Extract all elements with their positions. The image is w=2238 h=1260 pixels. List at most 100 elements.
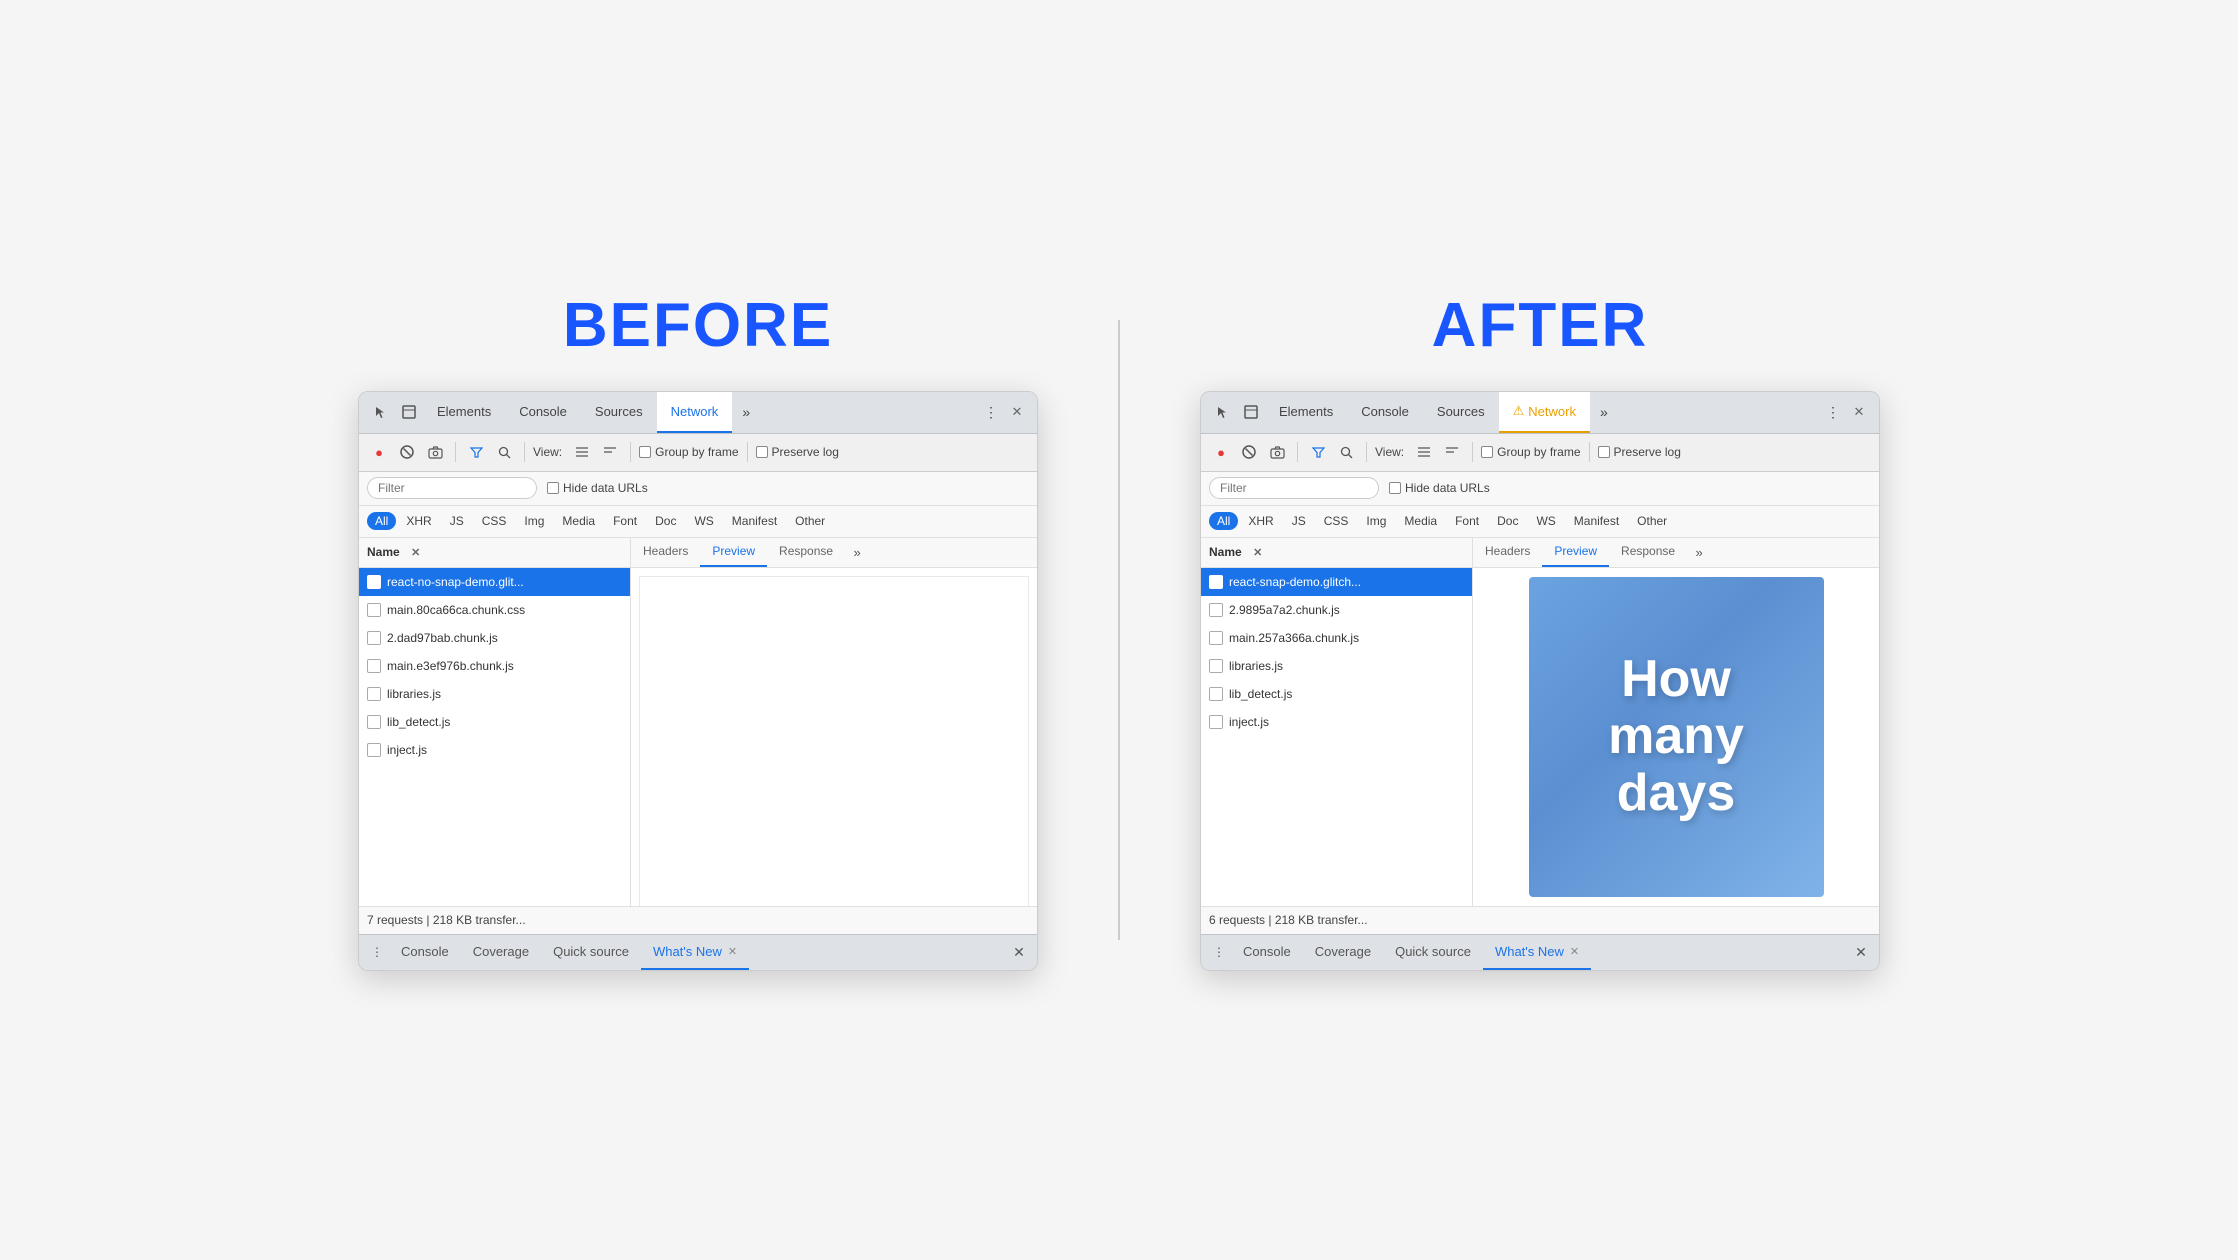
before-file-item-0[interactable]: react-no-snap-demo.glit...	[359, 568, 630, 596]
after-type-css[interactable]: CSS	[1316, 512, 1357, 530]
before-file-icon-4	[367, 687, 381, 701]
before-file-header-close[interactable]: ✕	[408, 544, 424, 560]
after-hide-data-urls[interactable]: Hide data URLs	[1389, 481, 1490, 495]
after-bottom-whatsnew-close[interactable]: ✕	[1570, 945, 1579, 958]
before-type-media[interactable]: Media	[554, 512, 603, 530]
after-type-manifest[interactable]: Manifest	[1566, 512, 1627, 530]
before-bottom-more-icon[interactable]: ⋮	[365, 940, 389, 964]
after-file-header-close[interactable]: ✕	[1250, 544, 1266, 560]
after-bottom-quicksource[interactable]: Quick source	[1383, 935, 1483, 970]
before-type-xhr[interactable]: XHR	[398, 512, 439, 530]
before-type-manifest[interactable]: Manifest	[724, 512, 785, 530]
after-tab-network[interactable]: ⚠ Network	[1499, 392, 1590, 433]
after-more-vert-icon[interactable]: ⋮	[1819, 398, 1847, 426]
before-tab-more-icon[interactable]: »	[732, 398, 760, 426]
before-tab-console[interactable]: Console	[505, 392, 581, 433]
before-camera-btn[interactable]	[423, 440, 447, 464]
after-bottom-whatsnew[interactable]: What's New ✕	[1483, 935, 1591, 970]
before-file-item-5[interactable]: lib_detect.js	[359, 708, 630, 736]
before-file-item-4[interactable]: libraries.js	[359, 680, 630, 708]
after-camera-btn[interactable]	[1265, 440, 1289, 464]
after-type-media[interactable]: Media	[1396, 512, 1445, 530]
before-filter-input[interactable]	[367, 477, 537, 499]
after-bottom-coverage[interactable]: Coverage	[1303, 935, 1383, 970]
after-file-item-2[interactable]: main.257a366a.chunk.js	[1201, 624, 1472, 652]
after-preview-tab-headers[interactable]: Headers	[1473, 538, 1542, 567]
before-bottom-console[interactable]: Console	[389, 935, 461, 970]
before-preview-tab-preview[interactable]: Preview	[700, 538, 767, 567]
after-file-item-0[interactable]: react-snap-demo.glitch...	[1201, 568, 1472, 596]
after-type-ws[interactable]: WS	[1528, 512, 1563, 530]
before-layers-icon[interactable]	[395, 398, 423, 426]
after-filter-btn[interactable]	[1306, 440, 1330, 464]
before-type-other[interactable]: Other	[787, 512, 833, 530]
before-type-doc[interactable]: Doc	[647, 512, 684, 530]
after-type-font[interactable]: Font	[1447, 512, 1487, 530]
before-type-img[interactable]: Img	[516, 512, 552, 530]
after-list2-btn[interactable]	[1440, 440, 1464, 464]
after-groupbyframe-check[interactable]: Group by frame	[1481, 445, 1580, 459]
after-tab-console[interactable]: Console	[1347, 392, 1423, 433]
before-preview-tab-headers[interactable]: Headers	[631, 538, 700, 567]
before-file-item-3[interactable]: main.e3ef976b.chunk.js	[359, 652, 630, 680]
after-type-other[interactable]: Other	[1629, 512, 1675, 530]
before-list2-btn[interactable]	[598, 440, 622, 464]
after-search-btn[interactable]	[1334, 440, 1358, 464]
after-type-all[interactable]: All	[1209, 512, 1238, 530]
after-preservelog-check[interactable]: Preserve log	[1598, 445, 1681, 459]
after-record-btn[interactable]: ●	[1209, 440, 1233, 464]
after-close-icon[interactable]: ✕	[1847, 400, 1871, 424]
before-preview-tab-response[interactable]: Response	[767, 538, 845, 567]
before-type-font[interactable]: Font	[605, 512, 645, 530]
before-tab-elements[interactable]: Elements	[423, 392, 505, 433]
before-bottom-coverage[interactable]: Coverage	[461, 935, 541, 970]
after-bottom-more-icon[interactable]: ⋮	[1207, 940, 1231, 964]
after-tab-elements[interactable]: Elements	[1265, 392, 1347, 433]
after-preview-more-icon[interactable]: »	[1687, 540, 1711, 564]
after-file-item-4[interactable]: lib_detect.js	[1201, 680, 1472, 708]
after-preview-tab-preview[interactable]: Preview	[1542, 538, 1609, 567]
before-file-item-1[interactable]: main.80ca66ca.chunk.css	[359, 596, 630, 624]
before-preview-more-icon[interactable]: »	[845, 540, 869, 564]
after-type-img[interactable]: Img	[1358, 512, 1394, 530]
before-tab-network[interactable]: Network	[657, 392, 733, 433]
before-groupbyframe-check[interactable]: Group by frame	[639, 445, 738, 459]
before-stop-btn[interactable]	[395, 440, 419, 464]
before-bottom-whatsnew-close[interactable]: ✕	[728, 945, 737, 958]
before-type-css[interactable]: CSS	[474, 512, 515, 530]
before-bottom-close-icon[interactable]: ✕	[1007, 940, 1031, 964]
before-cursor-icon[interactable]	[367, 398, 395, 426]
before-filter-btn[interactable]	[464, 440, 488, 464]
after-bottom-console[interactable]: Console	[1231, 935, 1303, 970]
after-preview-tab-response[interactable]: Response	[1609, 538, 1687, 567]
before-type-js[interactable]: JS	[442, 512, 472, 530]
after-file-item-1[interactable]: 2.9895a7a2.chunk.js	[1201, 596, 1472, 624]
before-close-icon[interactable]: ✕	[1005, 400, 1029, 424]
before-bottom-quicksource[interactable]: Quick source	[541, 935, 641, 970]
after-bottom-close-icon[interactable]: ✕	[1849, 940, 1873, 964]
after-cursor-icon[interactable]	[1209, 398, 1237, 426]
after-tab-sources[interactable]: Sources	[1423, 392, 1499, 433]
before-more-vert-icon[interactable]: ⋮	[977, 398, 1005, 426]
before-preservelog-check[interactable]: Preserve log	[756, 445, 839, 459]
after-tab-more-icon[interactable]: »	[1590, 398, 1618, 426]
before-search-btn[interactable]	[492, 440, 516, 464]
before-list1-btn[interactable]	[570, 440, 594, 464]
before-type-ws[interactable]: WS	[686, 512, 721, 530]
after-stop-btn[interactable]	[1237, 440, 1261, 464]
before-record-btn[interactable]: ●	[367, 440, 391, 464]
after-list1-btn[interactable]	[1412, 440, 1436, 464]
after-type-js[interactable]: JS	[1284, 512, 1314, 530]
before-file-item-6[interactable]: inject.js	[359, 736, 630, 764]
before-bottom-whatsnew[interactable]: What's New ✕	[641, 935, 749, 970]
after-type-doc[interactable]: Doc	[1489, 512, 1526, 530]
before-hide-data-urls[interactable]: Hide data URLs	[547, 481, 648, 495]
after-layers-icon[interactable]	[1237, 398, 1265, 426]
before-type-all[interactable]: All	[367, 512, 396, 530]
after-file-item-5[interactable]: inject.js	[1201, 708, 1472, 736]
after-filter-input[interactable]	[1209, 477, 1379, 499]
after-type-xhr[interactable]: XHR	[1240, 512, 1281, 530]
before-file-item-2[interactable]: 2.dad97bab.chunk.js	[359, 624, 630, 652]
before-tab-sources[interactable]: Sources	[581, 392, 657, 433]
after-file-item-3[interactable]: libraries.js	[1201, 652, 1472, 680]
